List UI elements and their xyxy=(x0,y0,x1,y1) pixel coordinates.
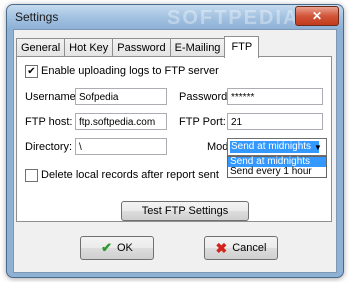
mode-dropdown-list: Send at midnights Send every 1 hour xyxy=(227,156,327,178)
chevron-down-icon[interactable]: ▼ xyxy=(311,140,325,154)
ftp-host-label: FTP host: xyxy=(25,116,73,128)
cancel-label: Cancel xyxy=(232,242,267,254)
tab-password[interactable]: Password xyxy=(112,38,171,57)
tab-hot-key[interactable]: Hot Key xyxy=(64,38,114,57)
mode-option-hourly[interactable]: Send every 1 hour xyxy=(228,167,326,177)
directory-input[interactable]: \ xyxy=(75,138,167,155)
ftp-panel: ✔ Enable uploading logs to FTP server Us… xyxy=(16,56,332,222)
window-title: Settings xyxy=(15,10,59,24)
username-input[interactable]: Sofpedia xyxy=(75,88,167,105)
enable-ftp-checkbox[interactable]: ✔ xyxy=(25,65,38,78)
tab-ftp[interactable]: FTP xyxy=(224,36,260,58)
tab-general[interactable]: General xyxy=(16,38,66,57)
mode-select[interactable]: Send at midnights ▼ xyxy=(227,138,327,156)
password-input[interactable]: ****** xyxy=(227,88,323,105)
enable-ftp-label: Enable uploading logs to FTP server xyxy=(41,65,219,77)
watermark-logo: SOFTPEDIA xyxy=(167,7,300,29)
dialog-client: General Hot Key Password E-Mailing FTP ✔… xyxy=(13,29,337,273)
cancel-x-icon: ✖ xyxy=(215,239,228,256)
ftp-host-input[interactable]: ftp.softpedia.com xyxy=(75,113,167,130)
ok-button[interactable]: ✔ OK xyxy=(80,236,154,260)
ftp-port-label: FTP Port: xyxy=(179,116,226,128)
test-ftp-settings-label: Test FTP Settings xyxy=(141,205,229,217)
title-bar[interactable]: Settings SOFTPEDIA ✕ xyxy=(7,5,343,29)
close-button[interactable]: ✕ xyxy=(295,6,339,26)
cancel-button[interactable]: ✖ Cancel xyxy=(204,236,278,260)
ftp-port-input[interactable]: 21 xyxy=(227,113,323,130)
directory-label: Directory: xyxy=(25,141,73,153)
ok-label: OK xyxy=(117,242,133,254)
password-label: Password: xyxy=(179,91,231,103)
close-icon: ✕ xyxy=(311,9,323,23)
test-ftp-settings-button[interactable]: Test FTP Settings xyxy=(121,201,249,221)
checkmark-icon: ✔ xyxy=(27,66,36,77)
username-label: Username: xyxy=(25,91,79,103)
tab-strip: General Hot Key Password E-Mailing FTP xyxy=(16,36,260,58)
delete-records-label: Delete local records after report sent xyxy=(41,169,219,181)
tab-e-mailing[interactable]: E-Mailing xyxy=(169,38,226,57)
settings-window: Settings SOFTPEDIA ✕ General Hot Key Pas… xyxy=(6,4,344,278)
checkmark-icon: ✔ xyxy=(101,240,112,255)
delete-records-checkbox[interactable] xyxy=(25,169,38,182)
mode-selected-value: Send at midnights xyxy=(230,141,319,153)
